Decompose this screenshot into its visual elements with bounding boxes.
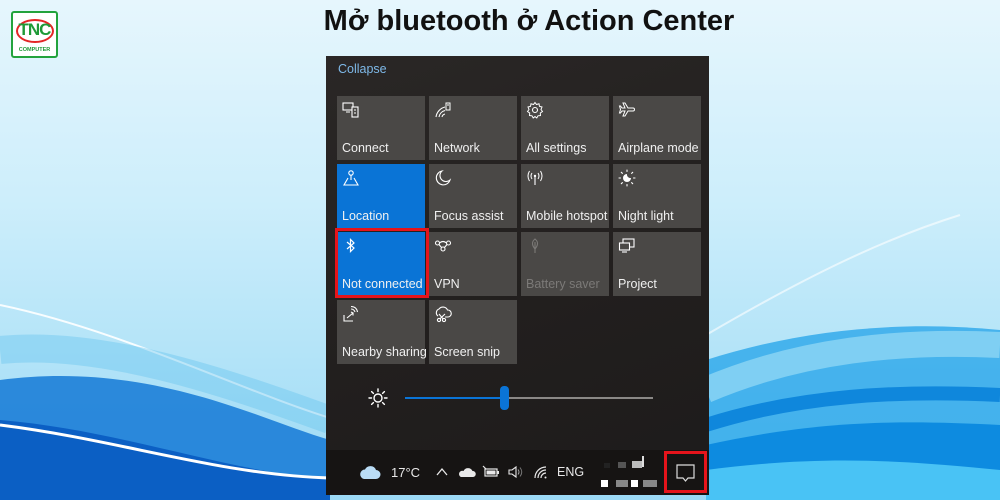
- taskbar: 17°C ENG: [326, 450, 709, 495]
- tile-all-settings[interactable]: All settings: [521, 96, 609, 160]
- bluetooth-highlight-box: [335, 228, 429, 298]
- tile-label: Connect: [342, 141, 389, 155]
- tile-label: Screen snip: [434, 345, 501, 359]
- volume-icon[interactable]: [507, 465, 525, 479]
- action-center-panel: Collapse Connect Network All settings Airpl…: [326, 56, 709, 495]
- project-icon: [618, 237, 636, 255]
- onedrive-icon[interactable]: [458, 467, 476, 478]
- nearby-sharing-icon: [342, 305, 360, 323]
- connect-icon: [342, 101, 360, 119]
- gear-icon: [526, 101, 544, 119]
- location-icon: [342, 169, 360, 187]
- logo-subtitle: COMPUTER: [18, 47, 51, 53]
- tile-label: Night light: [618, 209, 674, 223]
- temperature-label: 17°C: [391, 464, 421, 480]
- moon-icon: [434, 169, 452, 187]
- scissors-icon: [434, 305, 452, 323]
- tile-airplane-mode[interactable]: Airplane mode: [613, 96, 701, 160]
- night-light-icon: [618, 169, 636, 187]
- tile-focus-assist[interactable]: Focus assist: [429, 164, 517, 228]
- notification-center-button[interactable]: [664, 451, 707, 493]
- cloud-icon: [360, 466, 381, 479]
- hotspot-icon: [526, 169, 544, 187]
- tile-nearby-sharing[interactable]: Nearby sharing: [337, 300, 427, 364]
- tile-label: Project: [618, 277, 657, 291]
- collapse-link[interactable]: Collapse: [338, 62, 387, 76]
- chevron-up-icon[interactable]: [436, 467, 448, 477]
- tile-label: Battery saver: [526, 277, 600, 291]
- brightness-slider-fill: [405, 397, 505, 399]
- brightness-slider-thumb[interactable]: [500, 386, 510, 410]
- tile-label: VPN: [434, 277, 460, 291]
- page-title: Mở bluetooth ở Action Center: [323, 5, 735, 37]
- tile-screen-snip[interactable]: Screen snip: [429, 300, 517, 364]
- tile-battery-saver[interactable]: Battery saver: [521, 232, 609, 296]
- notification-icon: [676, 464, 695, 482]
- brightness-slider[interactable]: [405, 386, 653, 410]
- tile-project[interactable]: Project: [613, 232, 701, 296]
- leaf-icon: [526, 237, 544, 255]
- battery-icon[interactable]: [482, 465, 500, 479]
- tile-label: Nearby sharing: [342, 345, 427, 359]
- brightness-icon: [368, 388, 388, 408]
- tile-network[interactable]: Network: [429, 96, 517, 160]
- tile-label: Airplane mode: [618, 141, 699, 155]
- tile-connect[interactable]: Connect: [337, 96, 425, 160]
- tile-label: Mobile hotspot: [526, 209, 608, 223]
- tile-label: All settings: [526, 141, 587, 155]
- tile-vpn[interactable]: VPN: [429, 232, 517, 296]
- tile-label: Network: [434, 141, 480, 155]
- tile-night-light[interactable]: Night light: [613, 164, 701, 228]
- tile-label: Location: [342, 209, 390, 223]
- vpn-icon: [434, 237, 452, 255]
- tile-location[interactable]: Location: [337, 164, 425, 228]
- tile-mobile-hotspot[interactable]: Mobile hotspot: [521, 164, 609, 228]
- language-indicator[interactable]: ENG: [557, 465, 584, 479]
- wifi-icon[interactable]: [533, 465, 549, 479]
- weather-widget[interactable]: 17°C: [359, 464, 420, 480]
- tile-label: Focus assist: [434, 209, 504, 223]
- network-icon: [434, 101, 452, 119]
- airplane-icon: [618, 101, 636, 119]
